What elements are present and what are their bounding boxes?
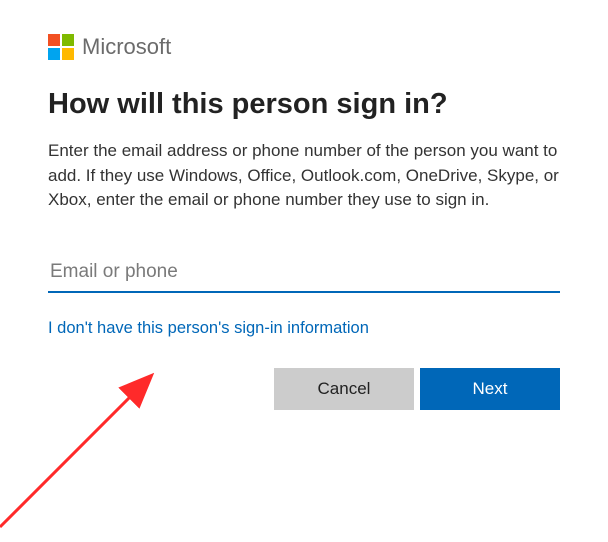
annotation-arrow-icon [0,332,290,532]
instruction-text: Enter the email address or phone number … [48,139,560,213]
button-row: Cancel Next [48,368,560,410]
no-signin-info-link[interactable]: I don't have this person's sign-in infor… [48,319,369,338]
cancel-button[interactable]: Cancel [274,368,414,410]
email-or-phone-input[interactable] [48,255,560,293]
input-wrapper [48,255,560,293]
microsoft-logo-icon [48,34,74,60]
dialog-header: Microsoft [48,34,560,60]
next-button[interactable]: Next [420,368,560,410]
page-title: How will this person sign in? [48,88,560,121]
brand-label: Microsoft [82,34,171,60]
